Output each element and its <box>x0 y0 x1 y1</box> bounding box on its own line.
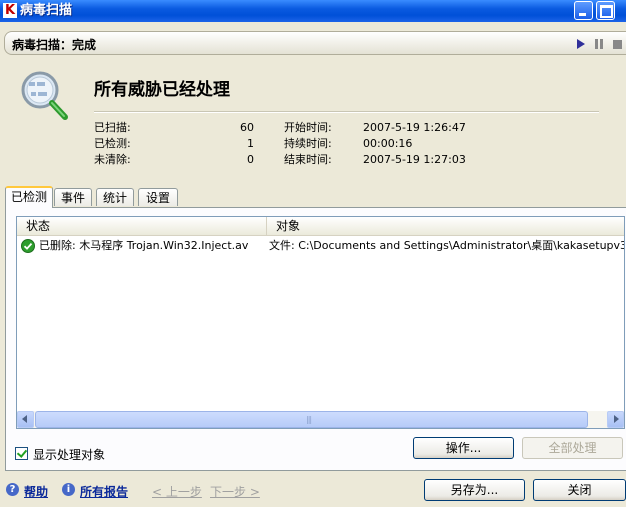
detected-list: 状态 对象 已删除: 木马程序 Trojan.Win32.Inject.av 文… <box>16 216 625 429</box>
help-link[interactable]: 帮助 <box>24 483 48 500</box>
scan-status-bar: 病毒扫描：完成 <box>4 31 626 55</box>
stat-start-time-label: 开始时间: <box>284 121 332 134</box>
save-as-button[interactable]: 另存为... <box>424 479 525 501</box>
divider <box>94 111 599 113</box>
stat-detected-label: 已检测: <box>94 137 131 150</box>
stat-scanned-label: 已扫描: <box>94 121 131 134</box>
pause-icon[interactable] <box>595 39 603 49</box>
horizontal-scrollbar[interactable] <box>17 411 624 428</box>
play-icon[interactable] <box>577 39 585 49</box>
scan-status-label: 病毒扫描：完成 <box>12 38 97 52</box>
stat-start-time-value: 2007-5-19 1:26:47 <box>363 121 466 134</box>
minimize-button[interactable] <box>574 1 593 20</box>
column-header-status[interactable]: 状态 <box>17 217 267 235</box>
process-all-button[interactable]: 全部处理 <box>522 437 623 459</box>
all-reports-link[interactable]: 所有报告 <box>80 483 128 500</box>
stat-scanned-value: 60 <box>240 121 254 134</box>
row-object: 文件: C:\Documents and Settings\Administra… <box>269 239 625 252</box>
close-button[interactable]: 关闭 <box>533 479 626 501</box>
column-header-object[interactable]: 对象 <box>267 217 624 235</box>
stat-uncleaned-label: 未清除: <box>94 153 131 166</box>
tab-events[interactable]: 事件 <box>54 188 92 206</box>
maximize-button[interactable] <box>596 1 615 20</box>
tab-settings[interactable]: 设置 <box>138 188 178 206</box>
stat-duration-label: 持续时间: <box>284 137 332 150</box>
action-button[interactable]: 操作... <box>413 437 514 459</box>
result-heading: 所有威胁已经处理 <box>94 80 230 100</box>
stop-icon[interactable] <box>613 40 622 49</box>
info-icon[interactable]: i <box>62 483 75 496</box>
tab-detected[interactable]: 已检测 <box>5 186 53 208</box>
tab-statistics[interactable]: 统计 <box>96 188 134 206</box>
show-processed-label: 显示处理对象 <box>33 448 106 462</box>
stat-end-time-label: 结束时间: <box>284 153 332 166</box>
list-header: 状态 对象 <box>17 217 624 236</box>
stat-uncleaned-value: 0 <box>247 153 254 166</box>
row-status: 已删除: 木马程序 Trojan.Win32.Inject.av <box>39 239 249 252</box>
table-row[interactable]: 已删除: 木马程序 Trojan.Win32.Inject.av 文件: C:\… <box>17 237 624 255</box>
help-icon[interactable]: ? <box>6 483 19 496</box>
scroll-thumb[interactable] <box>35 411 588 428</box>
stat-detected-value: 1 <box>247 137 254 150</box>
stat-end-time-value: 2007-5-19 1:27:03 <box>363 153 466 166</box>
check-circle-icon <box>21 239 35 253</box>
title-bar: K 病毒扫描 <box>0 0 626 22</box>
tab-panel: 状态 对象 已删除: 木马程序 Trojan.Win32.Inject.av 文… <box>5 207 626 471</box>
stat-duration-value: 00:00:16 <box>363 137 413 150</box>
window-title: 病毒扫描 <box>20 3 73 18</box>
scroll-right-button[interactable] <box>607 411 624 428</box>
prev-step-link[interactable]: < 上一步 <box>152 483 202 500</box>
magnifier-icon <box>21 71 68 120</box>
next-step-link[interactable]: 下一步 > <box>210 483 260 500</box>
scroll-left-button[interactable] <box>17 411 34 428</box>
kaspersky-logo-icon: K <box>3 3 17 18</box>
show-processed-checkbox[interactable] <box>15 447 28 460</box>
